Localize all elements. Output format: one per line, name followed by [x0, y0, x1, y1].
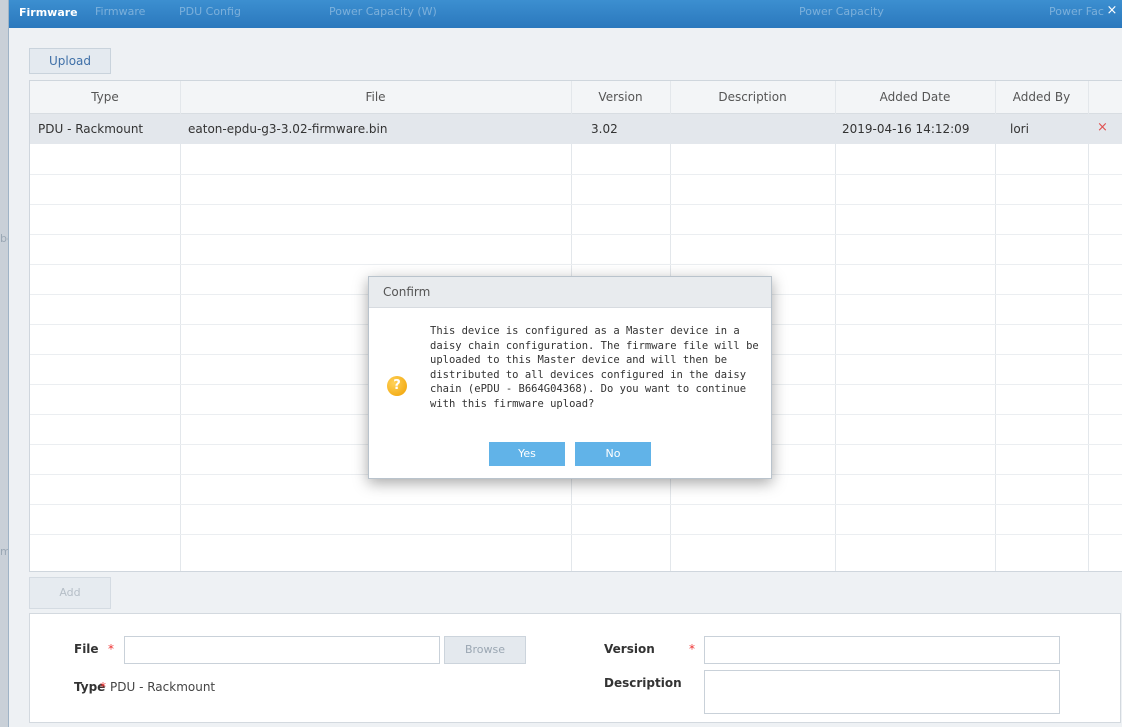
- row-divider: [30, 504, 1122, 505]
- confirm-dialog: Confirm ? This device is configured as a…: [368, 276, 772, 479]
- cell-added-date: 2019-04-16 14:12:09: [842, 122, 970, 136]
- background-tab: Firmware: [95, 5, 146, 18]
- dialog-body: ? This device is configured as a Master …: [369, 308, 771, 478]
- background-text-fragment: be: [0, 232, 14, 245]
- file-input[interactable]: [124, 636, 440, 664]
- column-header-version[interactable]: Version: [571, 90, 670, 104]
- required-marker: *: [100, 680, 106, 694]
- version-label: Version: [604, 642, 655, 656]
- version-input[interactable]: [704, 636, 1060, 664]
- add-button[interactable]: Add: [29, 577, 111, 609]
- background-text-fragment: m: [0, 545, 11, 558]
- yes-button[interactable]: Yes: [489, 442, 565, 466]
- row-divider: [30, 264, 1122, 265]
- background-tab: Power Fac: [1049, 5, 1104, 18]
- column-header-type[interactable]: Type: [30, 90, 180, 104]
- dialog-message: This device is configured as a Master de…: [430, 325, 759, 410]
- column-header-added-date[interactable]: Added Date: [835, 90, 995, 104]
- description-label: Description: [604, 676, 682, 690]
- type-value: PDU - Rackmount: [110, 680, 216, 694]
- delete-icon[interactable]: ×: [1097, 120, 1108, 135]
- file-label: File: [74, 642, 99, 656]
- row-divider: [30, 204, 1122, 205]
- description-input[interactable]: [704, 670, 1060, 714]
- row-divider: [30, 534, 1122, 535]
- dialog-header[interactable]: Confirm: [369, 277, 771, 308]
- window-title: Firmware: [19, 6, 78, 19]
- browse-button[interactable]: Browse: [444, 636, 526, 664]
- column-header-added-by[interactable]: Added By: [995, 90, 1088, 104]
- column-header-description[interactable]: Description: [670, 90, 835, 104]
- cell-version: 3.02: [591, 122, 618, 136]
- upload-button[interactable]: Upload: [29, 48, 111, 74]
- column-divider: [180, 81, 181, 571]
- required-marker: *: [108, 642, 114, 656]
- row-divider: [30, 234, 1122, 235]
- table-header: Type File Version Description Added Date…: [30, 81, 1122, 114]
- row-divider: [30, 174, 1122, 175]
- column-divider: [995, 81, 996, 571]
- background-tab: Power Capacity: [799, 5, 884, 18]
- question-icon: ?: [387, 376, 407, 396]
- column-header-file[interactable]: File: [180, 90, 571, 104]
- background-tab: PDU Config: [179, 5, 241, 18]
- column-divider: [1088, 81, 1089, 571]
- table-row[interactable]: PDU - Rackmount eaton-epdu-g3-3.02-firmw…: [30, 114, 1122, 144]
- window-titlebar[interactable]: Firmware PDU Config Power Capacity (W) P…: [9, 0, 1122, 28]
- cell-type: PDU - Rackmount: [38, 122, 144, 136]
- close-icon[interactable]: ×: [1105, 4, 1119, 18]
- add-firmware-form: File * Browse Version * Type * PDU - Rac…: [29, 613, 1121, 723]
- no-button[interactable]: No: [575, 442, 651, 466]
- cell-file: eaton-epdu-g3-3.02-firmware.bin: [188, 122, 388, 136]
- cell-added-by: lori: [1010, 122, 1029, 136]
- dialog-title: Confirm: [383, 285, 431, 299]
- column-divider: [835, 81, 836, 571]
- background-tab: Power Capacity (W): [329, 5, 437, 18]
- required-marker: *: [689, 642, 695, 656]
